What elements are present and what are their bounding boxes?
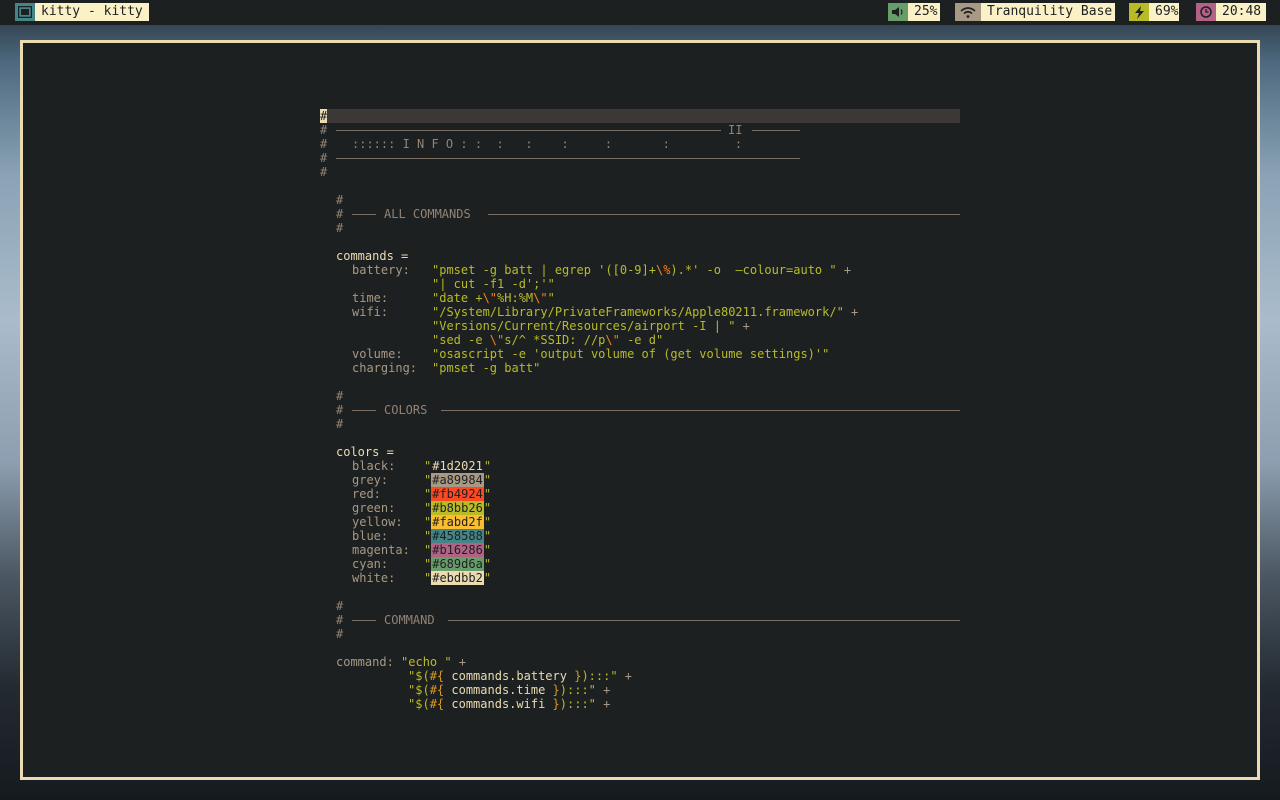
clock-widget[interactable]: 20:48 [1196, 3, 1266, 21]
color-key: grey: [352, 473, 389, 487]
section-heading: COMMAND [384, 613, 435, 627]
volume-key: volume: [352, 347, 403, 361]
volume-value: 25% [908, 3, 940, 21]
section-heading: ALL COMMANDS [384, 207, 471, 221]
color-key: green: [352, 501, 396, 515]
command-line: command: "echo " + [336, 655, 467, 669]
color-entry: cyan: "#689d6a" [352, 557, 492, 571]
color-entry: black: "#1d2021" [352, 459, 492, 473]
comment-hash: # [336, 389, 344, 403]
color-entry: red: "#fb4924" [352, 487, 492, 501]
color-entry: grey: "#a89984" [352, 473, 492, 487]
color-swatch: #1d2021 [431, 459, 484, 473]
color-swatch: #fabd2f [431, 515, 484, 529]
code-line: # [320, 109, 328, 123]
battery-key: battery: [352, 263, 410, 277]
charging-value: "pmset -g batt" [432, 361, 541, 375]
color-entry: yellow: "#fabd2f" [352, 515, 492, 529]
command-interp: "$(#{ commands.wifi }):::" + [408, 697, 611, 711]
wifi-value-cont: "sed -e \"s/^ *SSID: //p\" -e d" [432, 333, 664, 347]
color-key: black: [352, 459, 396, 473]
color-swatch: #ebdbb2 [431, 571, 484, 585]
cursor: # [320, 109, 328, 123]
divider [441, 410, 960, 411]
clock-icon [1196, 3, 1216, 21]
comment-hash: # [336, 627, 344, 641]
battery-widget[interactable]: 69% [1129, 3, 1179, 21]
charging-key: charging: [352, 361, 418, 375]
comment-hash: # [336, 417, 344, 431]
wifi-value-cont: "Versions/Current/Resources/airport -I |… [432, 319, 750, 333]
cursor-line [320, 109, 960, 123]
info-text: :::::: I N F O : : : : : : : : [352, 137, 743, 151]
command-interp: "$(#{ commands.battery }):::" + [408, 669, 633, 683]
command-interp: "$(#{ commands.time }):::" + [408, 683, 611, 697]
color-key: white: [352, 571, 396, 585]
commands-decl: commands = [336, 249, 409, 263]
info-roman: II [728, 123, 743, 137]
divider [352, 410, 376, 411]
comment-hash: # [320, 165, 328, 179]
wifi-key: wifi: [352, 305, 389, 319]
terminal-window[interactable]: # # II # :::::: I N F O : : : : : : : : … [20, 40, 1260, 780]
color-swatch: #b16286 [431, 543, 484, 557]
colors-decl: colors = [336, 445, 394, 459]
color-key: blue: [352, 529, 389, 543]
time-key: time: [352, 291, 389, 305]
battery-value: "pmset -g batt | egrep '([0-9]+\%).*' -o… [432, 263, 852, 277]
comment-hash: # [320, 137, 328, 151]
battery-value: 69% [1149, 3, 1179, 21]
color-swatch: #fb4924 [431, 487, 484, 501]
divider [752, 130, 800, 131]
comment-hash: # [320, 151, 328, 165]
divider [352, 620, 376, 621]
window-title-widget[interactable]: kitty - kitty [15, 3, 149, 21]
color-swatch: #689d6a [431, 557, 484, 571]
color-key: magenta: [352, 543, 410, 557]
divider [448, 620, 960, 621]
volume-value: "osascript -e 'output volume of (get vol… [432, 347, 830, 361]
comment-hash: # [336, 613, 344, 627]
volume-widget[interactable]: 25% [888, 3, 940, 21]
section-heading: COLORS [384, 403, 428, 417]
color-entry: white: "#ebdbb2" [352, 571, 492, 585]
window-title: kitty - kitty [35, 3, 149, 21]
wifi-ssid: Tranquility Base [981, 3, 1115, 21]
comment-hash: # [320, 123, 328, 137]
battery-value-cont: "| cut -f1 -d';'" [432, 277, 555, 291]
divider [336, 130, 721, 131]
color-key: red: [352, 487, 381, 501]
wifi-widget[interactable]: Tranquility Base [955, 3, 1115, 21]
speaker-icon [888, 3, 908, 21]
comment-hash: # [336, 193, 344, 207]
color-swatch: #458588 [431, 529, 484, 543]
color-key: yellow: [352, 515, 403, 529]
comment-hash: # [336, 599, 344, 613]
color-entry: magenta: "#b16286" [352, 543, 492, 557]
editor-buffer[interactable]: # # II # :::::: I N F O : : : : : : : : … [23, 43, 1257, 777]
wifi-value: "/System/Library/PrivateFrameworks/Apple… [432, 305, 859, 319]
clock-time: 20:48 [1216, 3, 1266, 21]
comment-hash: # [336, 221, 344, 235]
divider [352, 214, 376, 215]
color-entry: blue: "#458588" [352, 529, 492, 543]
bolt-icon [1129, 3, 1149, 21]
color-swatch: #b8bb26 [431, 501, 484, 515]
wifi-icon [955, 3, 981, 21]
time-value: "date +\"%H:%M\"" [432, 291, 555, 305]
status-bar: kitty - kitty 25% Tranquility Base 69% 2… [0, 0, 1280, 25]
color-key: cyan: [352, 557, 389, 571]
color-swatch: #a89984 [431, 473, 484, 487]
divider [488, 214, 960, 215]
divider [336, 158, 800, 159]
window-icon [15, 3, 35, 21]
color-entry: green: "#b8bb26" [352, 501, 492, 515]
comment-hash: # [336, 207, 344, 221]
comment-hash: # [336, 403, 344, 417]
